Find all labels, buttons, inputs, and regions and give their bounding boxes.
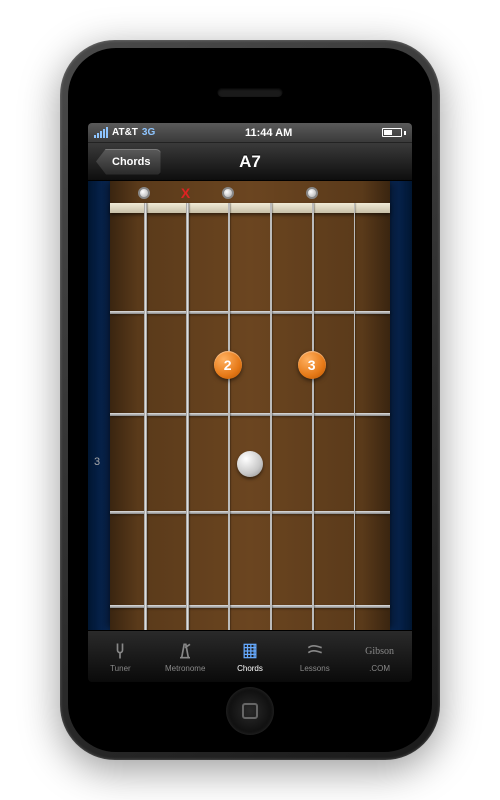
fret-wire <box>110 511 390 514</box>
tab-bar: Tuner Metronome Chords <box>88 630 412 682</box>
content-area: 3 23 X <box>88 181 412 630</box>
tab-lessons[interactable]: Lessons <box>282 631 347 682</box>
inlay-dot <box>237 451 263 477</box>
string-marker-row: X <box>110 185 390 201</box>
tab-tuner[interactable]: Tuner <box>88 631 153 682</box>
network-label: 3G <box>142 127 155 138</box>
tab-label: Chords <box>237 664 263 673</box>
phone-inner: AT&T 3G 11:44 AM Chords A7 3 <box>68 48 432 752</box>
back-button[interactable]: Chords <box>96 149 161 175</box>
status-bar: AT&T 3G 11:44 AM <box>88 123 412 143</box>
finger-dot[interactable]: 2 <box>214 351 242 379</box>
blank-marker <box>348 187 360 199</box>
string-6[interactable] <box>144 203 147 630</box>
string-3[interactable] <box>270 203 272 630</box>
fret-wire <box>110 413 390 416</box>
home-button[interactable] <box>226 687 274 735</box>
string-2[interactable] <box>312 203 314 630</box>
string-5[interactable] <box>186 203 189 630</box>
chord-chart-icon <box>238 640 262 662</box>
tab-label: Metronome <box>165 664 205 673</box>
signal-icon <box>94 127 108 138</box>
page-title: A7 <box>239 152 261 172</box>
fretboard[interactable]: 23 <box>110 181 390 630</box>
tab-chords[interactable]: Chords <box>218 631 283 682</box>
battery-icon <box>382 128 406 137</box>
lessons-icon <box>303 640 327 662</box>
fret-wire <box>110 311 390 314</box>
open-string-marker <box>306 187 318 199</box>
screen: AT&T 3G 11:44 AM Chords A7 3 <box>88 123 412 682</box>
nut <box>110 203 390 213</box>
tab-label: Lessons <box>300 664 330 673</box>
tab-dotcom[interactable]: Gibson .COM <box>347 631 412 682</box>
open-string-marker <box>222 187 234 199</box>
blank-marker <box>264 187 276 199</box>
string-1[interactable] <box>354 203 355 630</box>
phone-frame: AT&T 3G 11:44 AM Chords A7 3 <box>60 40 440 760</box>
earpiece <box>218 88 283 97</box>
metronome-icon <box>173 640 197 662</box>
clock-label: 11:44 AM <box>245 127 292 139</box>
open-string-marker <box>138 187 150 199</box>
tab-label: .COM <box>369 664 390 673</box>
fret-wire <box>110 605 390 608</box>
home-icon <box>242 703 258 719</box>
tab-metronome[interactable]: Metronome <box>153 631 218 682</box>
tuning-fork-icon <box>108 640 132 662</box>
nav-bar: Chords A7 <box>88 143 412 181</box>
status-left: AT&T 3G <box>94 127 155 138</box>
mute-string-marker: X <box>181 185 190 201</box>
fret-number-label: 3 <box>94 456 100 468</box>
string-4[interactable] <box>228 203 230 630</box>
carrier-label: AT&T <box>112 127 138 138</box>
gibson-logo-icon: Gibson <box>368 640 392 662</box>
finger-dot[interactable]: 3 <box>298 351 326 379</box>
tab-label: Tuner <box>110 664 131 673</box>
